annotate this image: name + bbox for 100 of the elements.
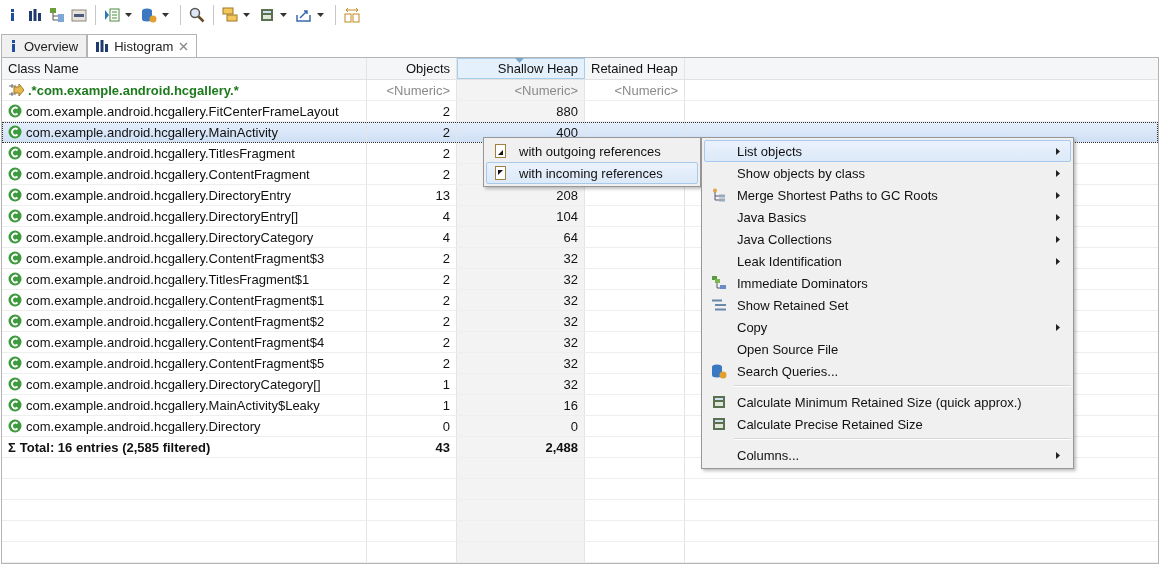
caret-icon[interactable] (162, 13, 169, 17)
menu-item[interactable]: Calculate Precise Retained Size (704, 413, 1071, 435)
class-name[interactable]: com.example.android.hcgallery.MainActivity$Leaky (26, 397, 320, 413)
editor-tab[interactable]: Histogram (87, 34, 198, 57)
class-icon (8, 230, 22, 244)
class-name[interactable]: com.example.android.hcgallery.DirectoryCategory (26, 229, 314, 245)
shallow-heap-cell: 32 (457, 248, 585, 268)
menu-item[interactable]: Show Retained Set (704, 294, 1071, 316)
shallow-heap-cell: 32 (457, 269, 585, 289)
menu-item[interactable]: Calculate Minimum Retained Size (quick approx.) (704, 391, 1071, 413)
lines-icon (712, 299, 726, 311)
class-name[interactable]: com.example.android.hcgallery.Directory (26, 418, 261, 434)
info-icon (10, 40, 18, 52)
submenu-arrow-icon (1056, 323, 1060, 331)
class-icon (8, 272, 22, 286)
class-name[interactable]: com.example.android.hcgallery.ContentFragment$2 (26, 313, 325, 329)
submenu-arrow-icon (1056, 235, 1060, 243)
sort-indicator-icon (515, 58, 524, 63)
compare-icon[interactable] (344, 7, 360, 23)
submenu-arrow-icon (1056, 257, 1060, 265)
editor-tab[interactable]: Overview (1, 34, 88, 57)
shallow-heap-cell: 16 (457, 395, 585, 415)
caret-icon[interactable] (243, 13, 250, 17)
class-icon (8, 104, 22, 118)
caret-icon[interactable] (125, 13, 132, 17)
stacked-boxes-icon[interactable] (222, 7, 238, 23)
class-icon (8, 167, 22, 181)
menu-item[interactable]: Search Queries... (704, 360, 1071, 382)
shallow-heap-cell: 32 (457, 290, 585, 310)
class-name[interactable]: com.example.android.hcgallery.ContentFragment (26, 166, 310, 182)
shallow-heap-cell: 880 (457, 101, 585, 121)
class-name[interactable]: com.example.android.hcgallery.ContentFragment$3 (26, 250, 325, 266)
calculator-icon (713, 396, 725, 408)
list-icon[interactable] (104, 7, 120, 23)
menu-item[interactable]: with outgoing references (486, 140, 698, 162)
database-gear-icon[interactable] (141, 7, 157, 23)
menu-item[interactable]: Immediate Dominators (704, 272, 1071, 294)
caret-icon[interactable] (317, 13, 324, 17)
menu-item[interactable]: Merge Shortest Paths to GC Roots (704, 184, 1071, 206)
column-header[interactable]: Class Name (2, 58, 367, 79)
menu-item[interactable]: List objects (704, 140, 1071, 162)
class-icon (8, 125, 22, 139)
tree-icon (712, 188, 726, 202)
class-icon (8, 335, 22, 349)
shallow-heap-cell: 32 (457, 374, 585, 394)
database-gear-icon (711, 363, 727, 379)
class-name[interactable]: com.example.android.hcgallery.ContentFragment$5 (26, 355, 325, 371)
close-icon[interactable] (179, 41, 189, 51)
submenu-arrow-icon (1056, 213, 1060, 221)
shallow-heap-cell: 32 (457, 332, 585, 352)
bar-chart-icon[interactable] (27, 7, 43, 23)
menu-item[interactable]: Leak Identification (704, 250, 1071, 272)
class-icon (8, 146, 22, 160)
class-name[interactable]: com.example.android.hcgallery.DirectoryEntry[] (26, 208, 299, 224)
submenu-arrow-icon (1056, 451, 1060, 459)
class-name[interactable]: com.example.android.hcgallery.TitlesFragment (26, 145, 295, 161)
filter-pattern[interactable]: .*com.example.android.hcgallery.* (28, 82, 239, 98)
menu-item[interactable]: Java Collections (704, 228, 1071, 250)
export-icon[interactable] (296, 7, 312, 23)
class-name[interactable]: com.example.android.hcgallery.DirectoryCategory[] (26, 376, 321, 392)
search-icon[interactable] (189, 7, 205, 23)
class-icon (8, 251, 22, 265)
caret-icon[interactable] (280, 13, 287, 17)
class-icon (8, 356, 22, 370)
class-icon (8, 419, 22, 433)
filter-icon (8, 83, 24, 97)
class-icon (8, 209, 22, 223)
class-name[interactable]: com.example.android.hcgallery.ContentFragment$1 (26, 292, 325, 308)
tree-icon[interactable] (49, 7, 65, 23)
menu-item[interactable]: Copy (704, 316, 1071, 338)
menu-item[interactable]: Columns... (704, 444, 1071, 466)
objects-cell: 2 (367, 122, 457, 142)
bar-chart-icon (96, 40, 109, 52)
calculator-icon[interactable] (259, 7, 275, 23)
submenu-arrow-icon (1056, 191, 1060, 199)
class-icon (8, 314, 22, 328)
shallow-heap-cell: 208 (457, 185, 585, 205)
class-name[interactable]: com.example.android.hcgallery.FitCenterFrameLayout (26, 103, 339, 119)
total-label: Total: 16 entries (2,585 filtered) (19, 439, 211, 455)
menu-item[interactable]: with incoming references (486, 162, 698, 184)
class-icon (8, 398, 22, 412)
class-icon (8, 188, 22, 202)
submenu-arrow-icon (1056, 147, 1060, 155)
shallow-heap-total: 2,488 (457, 437, 585, 457)
class-icon (8, 377, 22, 391)
class-name[interactable]: com.example.android.hcgallery.TitlesFragment$1 (26, 271, 310, 287)
menu-item[interactable]: Open Source File (704, 338, 1071, 360)
column-header[interactable]: Shallow Heap (457, 58, 585, 79)
class-name[interactable]: com.example.android.hcgallery.MainActivity (26, 124, 278, 140)
column-header[interactable]: Retained Heap (585, 58, 685, 79)
calculator-icon (713, 418, 725, 430)
menu-item[interactable]: Show objects by class (704, 162, 1071, 184)
menu-item[interactable]: Java Basics (704, 206, 1071, 228)
shallow-heap-cell: 32 (457, 353, 585, 373)
class-name[interactable]: com.example.android.hcgallery.DirectoryEntry (26, 187, 291, 203)
query-icon[interactable] (71, 7, 87, 23)
shallow-heap-cell: 64 (457, 227, 585, 247)
class-name[interactable]: com.example.android.hcgallery.ContentFragment$4 (26, 334, 325, 350)
filter-cell[interactable]: <Numeric> (585, 80, 685, 100)
sum-symbol: Σ (8, 439, 16, 455)
